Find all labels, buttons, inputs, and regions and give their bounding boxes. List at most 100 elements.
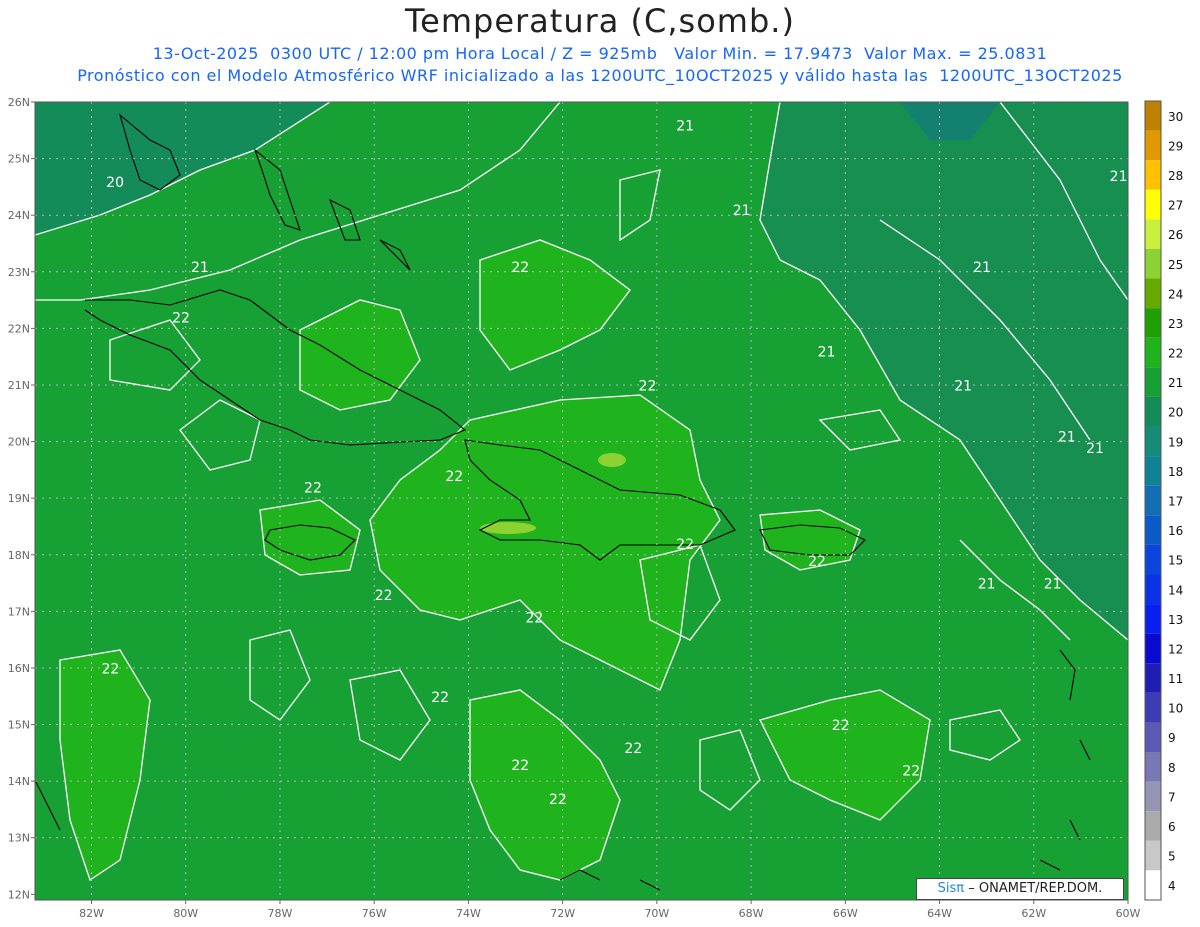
lat-label: 12N [8,888,30,901]
lon-label: 74W [456,907,481,920]
lat-label: 24N [8,209,30,222]
lat-label: 18N [8,549,30,562]
colorbar-label: 27 [1168,199,1183,213]
colorbar-swatch [1145,130,1161,161]
lon-label: 68W [739,907,764,920]
lon-label: 76W [362,907,387,920]
colorbar-swatch [1145,692,1161,723]
colorbar-swatch [1145,485,1161,516]
colorbar-label: 18 [1168,465,1183,479]
colorbar-swatch [1145,870,1161,900]
contour-label: 21 [1086,441,1104,457]
lat-label: 16N [8,662,30,675]
lon-label: 82W [79,907,104,920]
colorbar-label: 6 [1168,820,1176,834]
colorbar-swatch [1145,248,1161,279]
lat-label: 21N [8,379,30,392]
lon-label: 80W [173,907,198,920]
credit-box: Sisπ – ONAMET/REP.DOM. [916,878,1124,900]
lat-axis-labels: 26N 25N 24N 23N 22N 21N 20N 19N 18N 17N 16N 15N 14N 1… [8,96,35,901]
colorbar-swatch [1145,633,1161,664]
colorbar-swatch [1145,308,1161,338]
lat-label: 23N [8,266,30,279]
lon-label: 72W [550,907,575,920]
colorbar-label: 26 [1168,228,1183,242]
colorbar-label: 30 [1168,110,1183,124]
contour-label: 21 [1110,169,1128,185]
lon-label: 64W [927,907,952,920]
max-temp-spot-dr-north [598,453,626,467]
colorbar-label: 17 [1168,495,1183,509]
colorbar-swatch [1145,574,1161,605]
colorbar-swatch [1145,160,1161,190]
colorbar-swatch [1145,752,1161,782]
colorbar-label: 21 [1168,376,1183,390]
colorbar-label: 14 [1168,583,1183,597]
colorbar-swatch [1145,219,1161,249]
colorbar-swatch [1145,337,1161,368]
lat-label: 13N [8,832,30,845]
colorbar-swatch [1145,396,1161,427]
contour-label: 22 [511,758,529,774]
colorbar-label: 19 [1168,435,1183,449]
colorbar-label: 8 [1168,761,1176,775]
colorbar-label: 15 [1168,554,1183,568]
colorbar-label: 9 [1168,731,1176,745]
colorbar-label: 25 [1168,258,1183,272]
contour-label: 22 [172,311,190,327]
lon-label: 78W [268,907,293,920]
colorbar-swatch [1145,515,1161,545]
contour-label: 21 [973,260,991,276]
contour-label: 22 [808,554,826,570]
lat-label: 14N [8,775,30,788]
colorbar-label: 5 [1168,850,1176,864]
contour-label: 21 [191,260,209,276]
lon-label: 62W [1021,907,1046,920]
lat-label: 20N [8,436,30,449]
contour-label: 22 [375,588,393,604]
colorbar-swatch [1145,663,1161,693]
colorbar-label: 23 [1168,317,1183,331]
lon-label: 60W [1116,907,1141,920]
temperature-map: 20 21 21 22 21 21 21 22 21 21 21 22 21 21 22 22 22 22 22 22… [8,96,1184,920]
lat-label: 25N [8,153,30,166]
colorbar-label: 10 [1168,702,1183,716]
contour-label: 21 [978,577,996,593]
contour-label: 22 [676,537,694,553]
contour-label: 22 [445,469,463,485]
contour-label: 21 [818,345,836,361]
colorbar-swatch [1145,426,1161,457]
colorbar-swatch [1145,811,1161,841]
colorbar-label: 24 [1168,287,1183,301]
colorbar-swatch [1145,101,1161,131]
contour-label: 21 [1044,577,1062,593]
contour-label: 21 [954,379,972,395]
contour-label: 21 [733,203,751,219]
colorbar-swatch [1145,278,1161,309]
colorbar-label: 28 [1168,169,1183,183]
lon-axis-labels: 82W 80W 78W 76W 74W 72W 70W 68W 66W 64W 62W 60W [79,900,1141,920]
credit-text: – ONAMET/REP.DOM. [968,881,1103,896]
lat-label: 19N [8,492,30,505]
contour-label: 21 [676,118,694,134]
colorbar-swatch [1145,456,1161,486]
contour-label: 22 [832,718,850,734]
max-temp-spot-haiti [480,522,536,534]
contour-label: 22 [511,260,529,276]
colorbar-swatch [1145,722,1161,753]
contour-label: 22 [304,481,322,497]
colorbar-label: 13 [1168,613,1183,627]
lat-label: 15N [8,719,30,732]
colorbar-swatch [1145,840,1161,871]
contour-label: 22 [431,690,449,706]
contour-label: 22 [549,792,567,808]
sispi-logo-text: Sisπ [937,881,965,896]
colorbar-swatch [1145,604,1161,634]
colorbar-label: 16 [1168,524,1183,538]
contour-label: 21 [1058,430,1076,446]
colorbar-label: 11 [1168,672,1183,686]
colorbar-label: 7 [1168,790,1176,804]
colorbar-label: 22 [1168,347,1183,361]
colorbar-swatch [1145,781,1161,812]
colorbar-swatch [1145,189,1161,220]
